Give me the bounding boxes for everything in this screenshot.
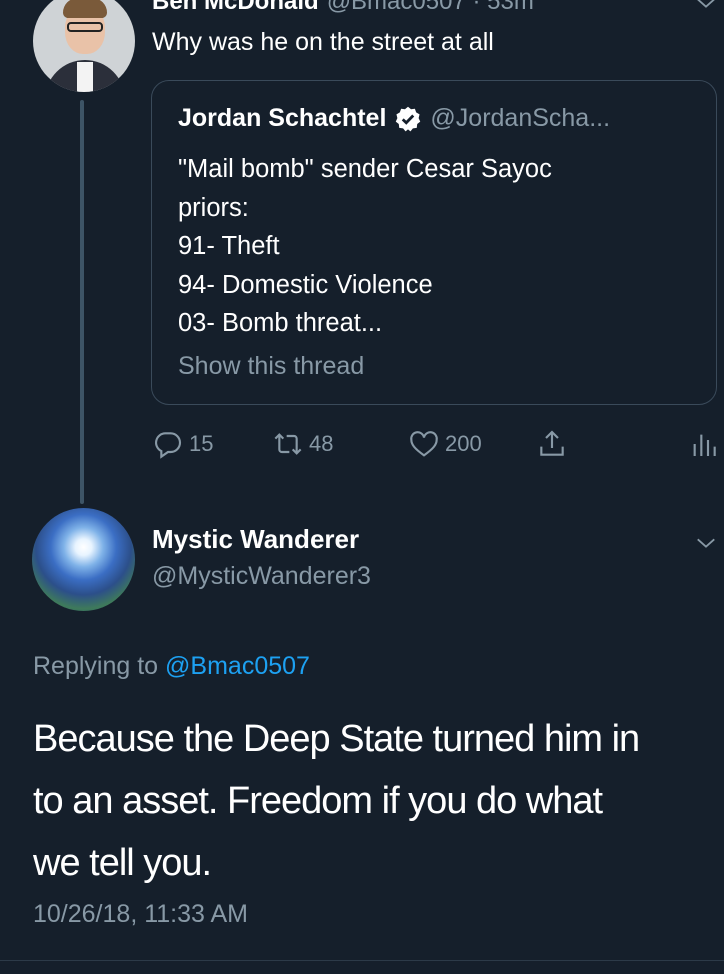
reply-tweet-text: Because the Deep State turned him in to … [33, 708, 723, 894]
reply-author-handle[interactable]: @MysticWanderer3 [152, 562, 371, 591]
quoted-line: priors: [178, 193, 249, 222]
reply-text-line: to an asset. Freedom if you do what [33, 780, 603, 822]
reply-button[interactable]: 15 [152, 428, 213, 460]
replying-to-handle-link[interactable]: @Bmac0507 [165, 652, 310, 680]
share-icon [540, 430, 564, 456]
thread-connector-line [80, 100, 84, 504]
analytics-button[interactable] [688, 428, 720, 460]
reply-text-line: Because the Deep State turned him in [33, 718, 640, 760]
parent-tweet-header: Ben McDonald @Bmac0507 · 53m [152, 0, 534, 16]
analytics-icon [693, 434, 716, 456]
avatar-mystic-wanderer[interactable] [32, 508, 135, 611]
replying-to-label: Replying to [33, 652, 159, 680]
show-thread-link[interactable]: Show this thread [178, 352, 364, 381]
parent-author-name[interactable]: Ben McDonald [152, 0, 319, 15]
replying-to-line: Replying to @Bmac0507 [33, 652, 310, 681]
retweet-count: 48 [309, 431, 334, 456]
reply-timestamp[interactable]: 10/26/18, 11:33 AM [33, 900, 248, 929]
quoted-tweet-author: Jordan Schachtel @JordanScha... [178, 104, 610, 133]
share-button[interactable] [536, 428, 568, 460]
divider [0, 960, 724, 961]
parent-author-handle-time: @Bmac0507 · 53m [326, 0, 534, 15]
retweet-icon [274, 433, 302, 455]
retweet-button[interactable]: 48 [272, 428, 333, 460]
quoted-tweet-text: "Mail bomb" sender Cesar Sayoc priors: 9… [178, 150, 552, 343]
quoted-line: 94- Domestic Violence [178, 270, 433, 299]
chevron-down-icon[interactable] [695, 0, 717, 14]
heart-icon [410, 431, 438, 457]
quoted-line: 91- Theft [178, 232, 280, 260]
reply-text-line: we tell you. [33, 842, 212, 884]
reply-icon [155, 432, 182, 459]
reply-author-name[interactable]: Mystic Wanderer [152, 524, 359, 555]
chevron-down-icon[interactable] [695, 532, 717, 554]
avatar-ben-mcdonald[interactable] [33, 0, 135, 92]
quoted-author-handle: @JordanScha... [430, 104, 611, 132]
quoted-line: 03- Bomb threat... [178, 309, 383, 337]
like-button[interactable]: 200 [408, 428, 482, 460]
reply-count: 15 [189, 431, 214, 456]
verified-badge-icon [394, 105, 422, 133]
quoted-line: "Mail bomb" sender Cesar Sayoc [178, 155, 552, 183]
like-count: 200 [445, 431, 482, 456]
quoted-author-name: Jordan Schachtel [178, 104, 387, 132]
parent-tweet-text: Why was he on the street at all [152, 28, 494, 56]
